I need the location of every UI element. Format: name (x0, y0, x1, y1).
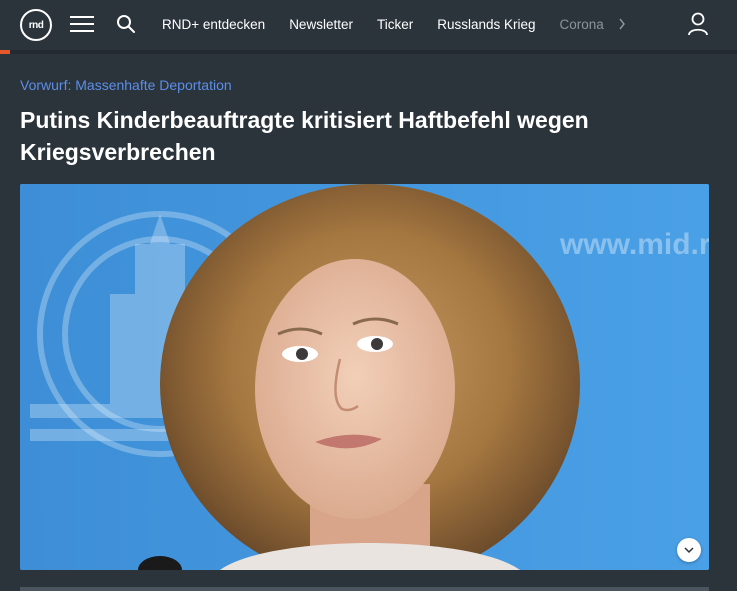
nav-item-ticker[interactable]: Ticker (377, 17, 413, 32)
header-divider (0, 50, 737, 54)
hamburger-menu-icon[interactable] (68, 10, 96, 38)
article-headline[interactable]: Putins Kinderbeauftragte kritisiert Haft… (20, 104, 660, 168)
article-kicker[interactable]: Vorwurf: Massenhafte Deportation (20, 77, 232, 93)
nav-item-russlands-krieg[interactable]: Russlands Krieg (437, 17, 535, 32)
backdrop-text: www.mid.ru (559, 228, 709, 261)
rnd-logo[interactable]: rnd (20, 9, 52, 41)
chevron-down-icon[interactable] (677, 538, 701, 562)
logo-text: rnd (28, 19, 44, 31)
accent-mark (0, 50, 10, 54)
user-icon[interactable] (684, 10, 712, 38)
top-navigation-bar: rnd RND+ entdecken Newsletter Ticker Rus… (0, 0, 737, 50)
nav-item-newsletter[interactable]: Newsletter (289, 17, 353, 32)
nav-item-rnd-plus[interactable]: RND+ entdecken (162, 17, 265, 32)
chevron-right-icon[interactable] (612, 14, 632, 34)
hero-image[interactable]: www.mid.ru (20, 184, 709, 570)
search-icon[interactable] (112, 10, 140, 38)
nav-item-corona[interactable]: Corona (560, 17, 604, 32)
content-divider (20, 587, 709, 591)
hero-photo: www.mid.ru (20, 184, 709, 570)
main-navigation: RND+ entdecken Newsletter Ticker Russlan… (162, 0, 604, 48)
